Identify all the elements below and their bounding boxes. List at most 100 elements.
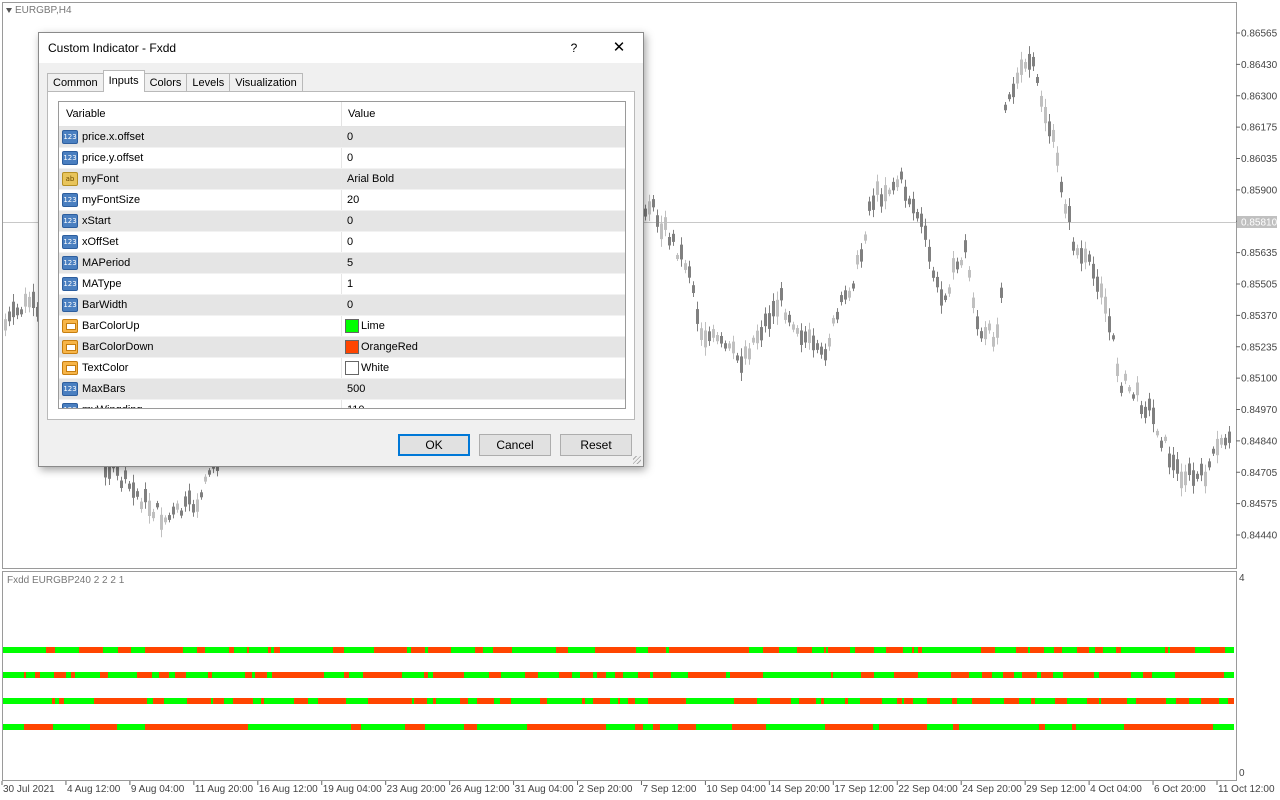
input-row[interactable]: 123 xOffSet 0	[59, 232, 625, 253]
variable-value[interactable]: Arial Bold	[347, 173, 394, 185]
resize-grip-icon[interactable]	[633, 456, 641, 464]
indicator-strip-segment	[264, 672, 267, 678]
reset-button[interactable]: Reset	[560, 434, 632, 456]
variable-value[interactable]: Lime	[361, 320, 385, 332]
variable-value[interactable]: 0	[347, 215, 353, 227]
price-bar-body	[1140, 405, 1143, 415]
indicator-strip-segment	[230, 672, 234, 678]
indicator-strip-segment	[411, 672, 415, 678]
indicator-strip-segment	[237, 698, 242, 704]
variable-value[interactable]: White	[361, 362, 389, 374]
indicator-strip-segment	[1057, 698, 1067, 704]
column-header-variable[interactable]: Variable	[66, 108, 106, 120]
indicator-strip-segment	[670, 698, 673, 704]
variable-value[interactable]: 110	[347, 404, 365, 408]
indicator-strip-segment	[1158, 647, 1165, 653]
variable-value[interactable]: 500	[347, 383, 365, 395]
color-swatch[interactable]	[345, 361, 359, 375]
indicator-strip-segment	[330, 698, 337, 704]
input-row[interactable]: TextColor White	[59, 358, 625, 379]
ok-button[interactable]: OK	[398, 434, 470, 456]
indicator-strip-segment	[1072, 724, 1076, 730]
indicator-strip-segment	[990, 698, 997, 704]
input-row[interactable]: 123 BarWidth 0	[59, 295, 625, 316]
indicator-strip-segment	[559, 672, 572, 678]
input-row[interactable]: BarColorUp Lime	[59, 316, 625, 337]
indicator-strip-segment	[460, 698, 464, 704]
color-swatch[interactable]	[345, 340, 359, 354]
tab-colors[interactable]: Colors	[143, 73, 188, 92]
indicator-strip-segment	[433, 698, 436, 704]
indicator-strip-segment	[487, 698, 494, 704]
indicator-strip-segment	[1025, 672, 1035, 678]
price-bar-body	[980, 331, 983, 339]
indicator-strip-segment	[156, 724, 175, 730]
price-bar-body	[1060, 181, 1063, 193]
indicator-strip-segment	[860, 698, 865, 704]
indicator-strip-segment	[628, 698, 633, 704]
indicator-strip-segment	[126, 724, 145, 730]
input-row[interactable]: 123 price.x.offset 0	[59, 127, 625, 148]
indicator-strip-segment	[1053, 672, 1063, 678]
tab-inputs[interactable]: Inputs	[102, 70, 145, 92]
column-header-value[interactable]: Value	[348, 108, 375, 120]
indicator-strip-segment	[650, 672, 653, 678]
variable-value[interactable]: 0	[347, 236, 353, 248]
price-bar-body	[120, 480, 123, 489]
variable-value[interactable]: 0	[347, 152, 353, 164]
input-row[interactable]: 123 MAType 1	[59, 274, 625, 295]
indicator-strip-segment	[882, 698, 897, 704]
input-row[interactable]: 123 MAPeriod 5	[59, 253, 625, 274]
indicator-strip-segment	[848, 698, 860, 704]
indicator-strip-segment	[1003, 672, 1014, 678]
indicator-strip-segment	[418, 672, 424, 678]
collapse-triangle-icon[interactable]	[6, 7, 12, 13]
indicator-strip-segment	[927, 724, 953, 730]
variable-value[interactable]: OrangeRed	[361, 341, 418, 353]
close-icon[interactable]: ✕	[607, 38, 631, 58]
variable-value[interactable]: 0	[347, 131, 353, 143]
input-row[interactable]: 123 xStart 0	[59, 211, 625, 232]
indicator-strip-segment	[381, 672, 385, 678]
indicator-strip-segment	[1213, 724, 1234, 730]
indicator-strip-segment	[6, 698, 13, 704]
price-bar-body	[732, 341, 735, 354]
indicator-strip-segment	[69, 698, 76, 704]
price-bar-body	[772, 300, 775, 317]
cancel-button[interactable]: Cancel	[479, 434, 551, 456]
indicator-strip-segment	[638, 672, 650, 678]
variable-name: xOffSet	[82, 236, 119, 248]
input-row[interactable]: 123 MaxBars 500	[59, 379, 625, 400]
input-row[interactable]: ab myFont Arial Bold	[59, 169, 625, 190]
input-row[interactable]: BarColorDown OrangeRed	[59, 337, 625, 358]
price-bar-body	[1108, 316, 1111, 333]
inputs-grid: Variable Value 123 price.x.offset 0 123 pric…	[58, 101, 626, 409]
indicator-strip-segment	[500, 698, 511, 704]
indicator-strip-segment	[816, 698, 821, 704]
price-bar-body	[136, 491, 139, 497]
indicator-strip-segment	[511, 672, 525, 678]
indicator-strip-segment	[464, 672, 474, 678]
input-row[interactable]: 123 price.y.offset 0	[59, 148, 625, 169]
price-bar-body	[908, 198, 911, 205]
variable-value[interactable]: 20	[347, 194, 359, 206]
input-row[interactable]: 123 myFontSize 20	[59, 190, 625, 211]
variable-value[interactable]: 5	[347, 257, 353, 269]
price-bar-body	[192, 504, 195, 513]
date-tick-label: 9 Aug 04:00	[131, 784, 185, 795]
tab-visualization[interactable]: Visualization	[229, 73, 303, 92]
tab-common[interactable]: Common	[47, 73, 104, 92]
help-button[interactable]: ?	[563, 38, 585, 58]
indicator-strip-segment	[117, 724, 126, 730]
tab-levels[interactable]: Levels	[186, 73, 231, 92]
price-bar-body	[152, 511, 155, 519]
variable-value[interactable]: 0	[347, 299, 353, 311]
indicator-strip-segment	[277, 698, 290, 704]
indicator-strip-segment	[904, 698, 913, 704]
input-row[interactable]: 123 myWingding 110	[59, 400, 625, 408]
color-swatch[interactable]	[345, 319, 359, 333]
variable-value[interactable]: 1	[347, 278, 353, 290]
dialog-titlebar[interactable]: Custom Indicator - Fxdd ? ✕	[39, 33, 643, 63]
indicator-strip-segment	[1067, 698, 1074, 704]
indicator-strip-segment	[595, 647, 603, 653]
